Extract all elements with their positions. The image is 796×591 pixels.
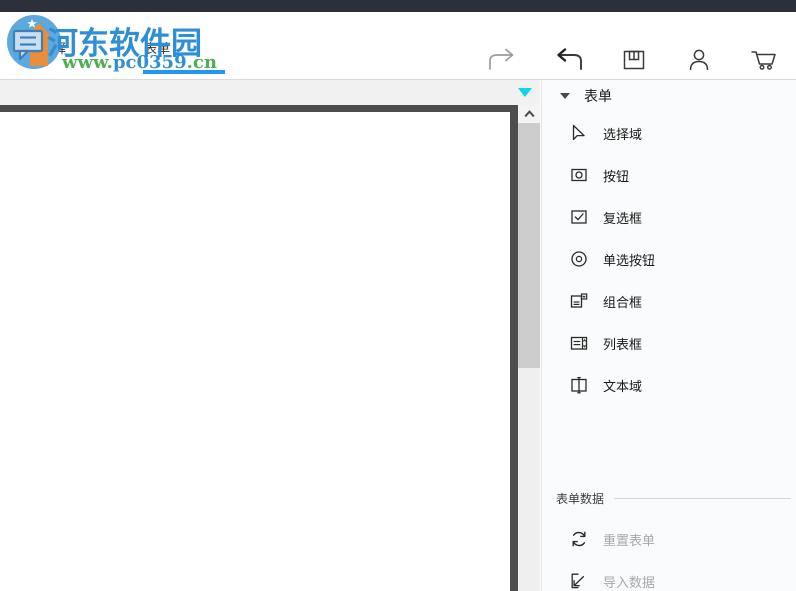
tool-select-field-label: 选择域: [603, 127, 643, 143]
tool-list-box[interactable]: 列表框: [542, 322, 796, 364]
tool-combo-box-label: 组合框: [603, 295, 643, 311]
form-data-action-list: 重置表单 导入数据: [542, 518, 796, 591]
tool-text-field[interactable]: 文本域: [542, 364, 796, 406]
list-box-icon: [568, 332, 590, 354]
tab-form-label: 表单: [144, 42, 171, 57]
tab-comment-label: 注释: [40, 42, 67, 57]
undo-icon: [553, 47, 585, 73]
cart-icon: [750, 47, 778, 73]
tab-form[interactable]: 表单: [144, 40, 170, 60]
tool-push-button-label: 按钮: [603, 169, 630, 185]
tab-comment[interactable]: 注释: [40, 40, 66, 60]
document-page[interactable]: [0, 112, 510, 591]
account-icon: [686, 47, 712, 73]
import-data-icon: [568, 570, 590, 591]
application-window: 注释 表单 表单 选择域 按钮 复选框 单选按钮 组合框 列表框 文本域 表单数…: [0, 0, 796, 591]
form-tool-list: 选择域 按钮 复选框 单选按钮 组合框 列表框 文本域: [542, 112, 796, 406]
push-button-icon: [568, 164, 590, 186]
panel-header-form[interactable]: 表单: [542, 80, 796, 112]
tool-push-button[interactable]: 按钮: [542, 154, 796, 196]
reset-form-icon: [568, 528, 590, 550]
section-header-form-data: 表单数据: [542, 483, 796, 513]
section-title: 表单数据: [556, 491, 605, 506]
chevron-down-icon[interactable]: [518, 88, 532, 97]
scroll-up-button[interactable]: [518, 105, 540, 123]
tool-checkbox-label: 复选框: [603, 211, 643, 227]
account-button[interactable]: [677, 40, 721, 80]
radio-button-icon: [568, 248, 590, 270]
tool-radio-button-label: 单选按钮: [603, 253, 656, 269]
form-tools-panel: 表单 选择域 按钮 复选框 单选按钮 组合框 列表框 文本域 表单数据 重置表单…: [541, 80, 796, 591]
checkbox-icon: [568, 206, 590, 228]
select-field-icon: [568, 122, 590, 144]
tool-select-field[interactable]: 选择域: [542, 112, 796, 154]
active-tab-indicator: [143, 70, 225, 74]
tool-checkbox[interactable]: 复选框: [542, 196, 796, 238]
save-button[interactable]: [612, 40, 656, 80]
view-options-bar: [0, 80, 540, 106]
save-icon: [621, 47, 647, 73]
chevron-up-icon: [523, 110, 535, 118]
section-divider: [614, 497, 791, 499]
undo-button[interactable]: [547, 40, 591, 80]
text-field-icon: [568, 374, 590, 396]
tool-text-field-label: 文本域: [603, 379, 643, 395]
action-import-data[interactable]: 导入数据: [542, 560, 796, 591]
combo-box-icon: [568, 290, 590, 312]
action-import-data-label: 导入数据: [603, 575, 656, 591]
tool-list-box-label: 列表框: [603, 337, 643, 353]
document-viewport[interactable]: [0, 105, 540, 591]
cart-button[interactable]: [742, 40, 786, 80]
scrollbar-thumb[interactable]: [518, 123, 540, 368]
redo-icon: [486, 47, 518, 73]
document-scrollbar[interactable]: [518, 105, 540, 591]
title-bar: [0, 0, 796, 12]
tool-radio-button[interactable]: 单选按钮: [542, 238, 796, 280]
panel-title: 表单: [584, 89, 612, 105]
redo-button[interactable]: [480, 40, 524, 80]
ribbon-toolbar: 注释 表单: [0, 12, 796, 80]
tool-combo-box[interactable]: 组合框: [542, 280, 796, 322]
action-reset-form-label: 重置表单: [603, 533, 656, 549]
collapse-caret-icon: [560, 93, 570, 99]
action-reset-form[interactable]: 重置表单: [542, 518, 796, 560]
